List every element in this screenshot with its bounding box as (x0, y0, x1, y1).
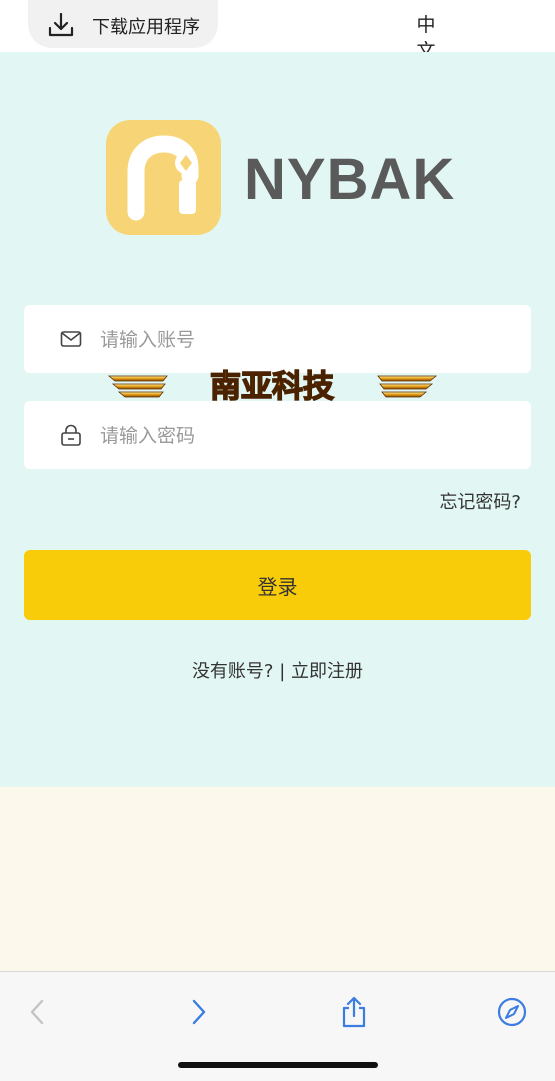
mail-icon (60, 331, 82, 347)
no-account-text: 没有账号? (191, 661, 274, 682)
forgot-password-link[interactable]: 忘记密码? (439, 488, 521, 514)
language-char-1: 中 (416, 14, 436, 36)
lock-icon (61, 424, 81, 446)
download-app-button[interactable]: 下载应用程序 (28, 0, 218, 48)
password-field[interactable] (24, 401, 531, 469)
safari-button[interactable] (492, 992, 532, 1032)
back-button[interactable] (18, 992, 58, 1032)
account-input[interactable] (98, 323, 502, 357)
back-icon (30, 999, 44, 1025)
login-button[interactable]: 登录 (24, 550, 531, 620)
forward-icon (192, 999, 206, 1025)
brand-name: NYBAK (244, 147, 456, 212)
logo-mark-icon (127, 135, 199, 221)
account-field[interactable] (24, 305, 531, 373)
home-indicator (178, 1062, 378, 1068)
download-app-label: 下载应用程序 (92, 17, 200, 38)
share-button[interactable] (334, 992, 374, 1032)
download-icon (48, 12, 74, 37)
compass-icon (497, 997, 527, 1027)
forward-button[interactable] (178, 992, 218, 1032)
password-input[interactable] (98, 419, 502, 453)
lower-panel (0, 787, 555, 971)
app-logo (106, 120, 221, 235)
separator: | (279, 661, 286, 682)
register-row: 没有账号? | 立即注册 (0, 657, 555, 683)
register-link[interactable]: 立即注册 (291, 661, 363, 682)
watermark-text: 南亚科技 (210, 369, 334, 405)
share-icon (342, 996, 366, 1028)
watermark-logo: 南亚科技 (107, 368, 438, 406)
top-bar: 下载应用程序 中 文 (0, 0, 555, 62)
